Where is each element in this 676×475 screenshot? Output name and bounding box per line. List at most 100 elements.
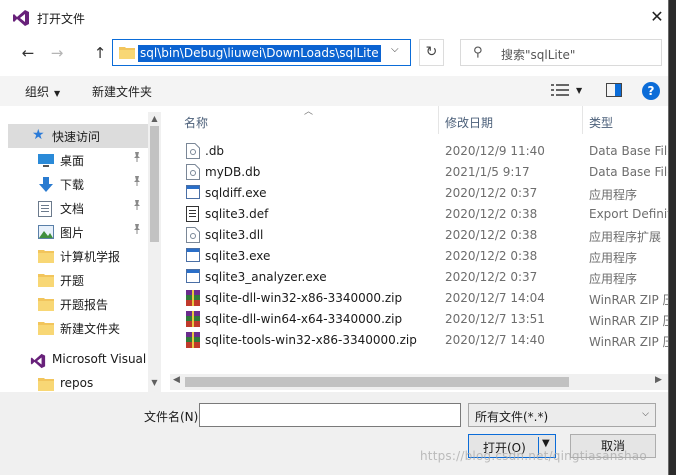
file-row[interactable]: .db 2020/12/9 11:40 Data Base File <box>170 141 668 162</box>
file-type: WinRAR ZIP 压缩 <box>589 335 668 349</box>
generic-file-icon <box>186 164 200 180</box>
filename-label: 文件名(N): <box>144 410 203 424</box>
file-list: ︿ 名称 修改日期 类型 .db 2020/12/9 11:40 Data Ba… <box>170 106 668 392</box>
sidebar-item-quick-access[interactable]: ★ 快速访问 <box>8 124 148 148</box>
forward-button[interactable]: → <box>47 43 67 63</box>
open-file-dialog: 打开文件 ✕ ← → ↑ sql\bin\Debug\liuwei\DownLo… <box>0 0 669 475</box>
sidebar-item-folder-4[interactable]: 新建文件夹 <box>8 316 148 340</box>
command-toolbar: 组织 ▼ 新建文件夹 ▼ ? <box>0 76 668 106</box>
address-path[interactable]: sql\bin\Debug\liuwei\DownLoads\sqlLite <box>138 45 381 62</box>
folder-icon <box>38 273 54 287</box>
pin-icon[interactable] <box>132 176 142 189</box>
exe-icon <box>186 269 200 285</box>
close-icon[interactable]: ✕ <box>646 6 668 28</box>
sidebar-scrollbar-thumb[interactable] <box>150 126 159 242</box>
file-row[interactable]: sqlite-tools-win32-x86-3340000.zip 2020/… <box>170 330 668 351</box>
file-type: Data Base File <box>589 165 668 179</box>
file-type-filter-value: 所有文件(*.*) <box>475 410 549 424</box>
sidebar-item-downloads[interactable]: 下载 <box>8 172 148 196</box>
column-header-date[interactable]: 修改日期 <box>445 114 493 131</box>
back-button[interactable]: ← <box>18 43 38 63</box>
desktop-icon <box>38 153 54 167</box>
sidebar-item-pictures[interactable]: 图片 <box>8 220 148 244</box>
open-dropdown-icon[interactable]: ▼ <box>542 438 550 449</box>
background-edge <box>669 0 676 475</box>
filename-input[interactable] <box>199 403 461 427</box>
file-name: sqlite-tools-win32-x86-3340000.zip <box>205 333 417 347</box>
file-type-filter[interactable]: 所有文件(*.*) ⌵ <box>468 403 656 427</box>
file-type: 应用程序 <box>589 251 638 265</box>
sidebar-item-label: 开题 <box>60 274 85 288</box>
sidebar-item-documents[interactable]: 文档 <box>8 196 148 220</box>
file-date: 2020/12/2 0:38 <box>445 249 538 263</box>
file-type: Export Definition <box>589 207 668 221</box>
file-row[interactable]: sqlite3.def 2020/12/2 0:38 Export Defini… <box>170 204 668 225</box>
preview-pane-icon[interactable] <box>606 83 622 100</box>
help-icon[interactable]: ? <box>642 82 660 100</box>
file-date: 2020/12/7 14:40 <box>445 333 545 347</box>
address-bar[interactable]: sql\bin\Debug\liuwei\DownLoads\sqlLite ⌵ <box>112 39 411 66</box>
file-row[interactable]: sqlite-dll-win32-x86-3340000.zip 2020/12… <box>170 288 668 309</box>
search-icon: ⚲ <box>473 45 483 60</box>
scroll-left-icon[interactable]: ◀ <box>173 375 180 385</box>
sidebar-item-label: 新建文件夹 <box>60 322 121 336</box>
file-name: sqldiff.exe <box>205 186 267 200</box>
column-header-type[interactable]: 类型 <box>589 114 613 131</box>
file-date: 2020/12/7 14:04 <box>445 291 545 305</box>
navigation-pane: ★ 快速访问 桌面 下载 文档 图片 计算机学报 开题 开题报告 新建文件夹 M… <box>8 110 162 394</box>
file-row[interactable]: myDB.db 2021/1/5 9:17 Data Base File <box>170 162 668 183</box>
chevron-down-icon[interactable]: ⌵ <box>391 44 399 55</box>
search-placeholder[interactable]: 搜索"sqlLite" <box>501 46 575 63</box>
file-date: 2020/12/9 11:40 <box>445 144 545 158</box>
file-row[interactable]: sqlite-dll-win64-x64-3340000.zip 2020/12… <box>170 309 668 330</box>
column-divider[interactable] <box>582 106 583 134</box>
sidebar-item-folder-3[interactable]: 开题报告 <box>8 292 148 316</box>
file-name: sqlite3.exe <box>205 249 271 263</box>
file-row[interactable]: sqldiff.exe 2020/12/2 0:37 应用程序 <box>170 183 668 204</box>
file-name: sqlite-dll-win32-x86-3340000.zip <box>205 291 403 305</box>
file-date: 2021/1/5 9:17 <box>445 165 530 179</box>
folder-icon <box>38 297 54 311</box>
scroll-up-icon[interactable]: ▲ <box>148 114 161 123</box>
pin-icon[interactable] <box>132 200 142 213</box>
file-row[interactable]: sqlite3.dll 2020/12/2 0:38 应用程序扩展 <box>170 225 668 246</box>
dll-icon <box>186 227 200 243</box>
organize-menu[interactable]: 组织 ▼ <box>25 83 60 100</box>
file-type: 应用程序 <box>589 188 638 202</box>
pin-icon[interactable] <box>132 224 142 237</box>
file-row[interactable]: sqlite3.exe 2020/12/2 0:38 应用程序 <box>170 246 668 267</box>
watermark: https://blog.csdn.net/qingtiasanshao <box>420 449 647 463</box>
file-row[interactable]: sqlite3_analyzer.exe 2020/12/2 0:37 应用程序 <box>170 267 668 288</box>
document-icon <box>38 201 54 217</box>
sidebar-item-folder-2[interactable]: 开题 <box>8 268 148 292</box>
scroll-right-icon[interactable]: ▶ <box>655 375 662 385</box>
column-divider[interactable] <box>438 106 439 134</box>
sidebar-item-label: 下载 <box>60 178 85 192</box>
file-name: sqlite-dll-win64-x64-3340000.zip <box>205 312 403 326</box>
search-box[interactable]: ⚲ 搜索"sqlLite" <box>460 39 662 66</box>
file-date: 2020/12/2 0:38 <box>445 228 538 242</box>
sidebar-item-visual-studio[interactable]: Microsoft Visual <box>8 348 148 372</box>
view-options-icon[interactable] <box>551 83 569 100</box>
pin-icon[interactable] <box>132 152 142 165</box>
sidebar-item-label: Microsoft Visual <box>52 352 147 366</box>
file-date: 2020/12/2 0:37 <box>445 186 538 200</box>
winrar-icon <box>186 290 200 306</box>
horizontal-scrollbar-thumb[interactable] <box>185 377 569 387</box>
file-name: sqlite3.def <box>205 207 269 221</box>
folder-icon <box>38 249 54 263</box>
scroll-down-icon[interactable]: ▼ <box>148 378 161 387</box>
sidebar-item-label: 图片 <box>60 226 85 240</box>
file-name: .db <box>205 144 225 158</box>
view-caret-icon[interactable]: ▼ <box>576 86 582 95</box>
sidebar-item-folder-1[interactable]: 计算机学报 <box>8 244 148 268</box>
refresh-button[interactable]: ↻ <box>419 39 444 66</box>
sidebar-item-label: repos <box>60 376 94 390</box>
sidebar-item-desktop[interactable]: 桌面 <box>8 148 148 172</box>
up-folder-button[interactable]: ↑ <box>90 43 110 63</box>
file-name: sqlite3.dll <box>205 228 264 242</box>
new-folder-button[interactable]: 新建文件夹 <box>92 83 152 100</box>
star-icon: ★ <box>32 127 45 143</box>
column-header-name[interactable]: 名称 <box>184 114 208 131</box>
exe-icon <box>186 248 200 264</box>
